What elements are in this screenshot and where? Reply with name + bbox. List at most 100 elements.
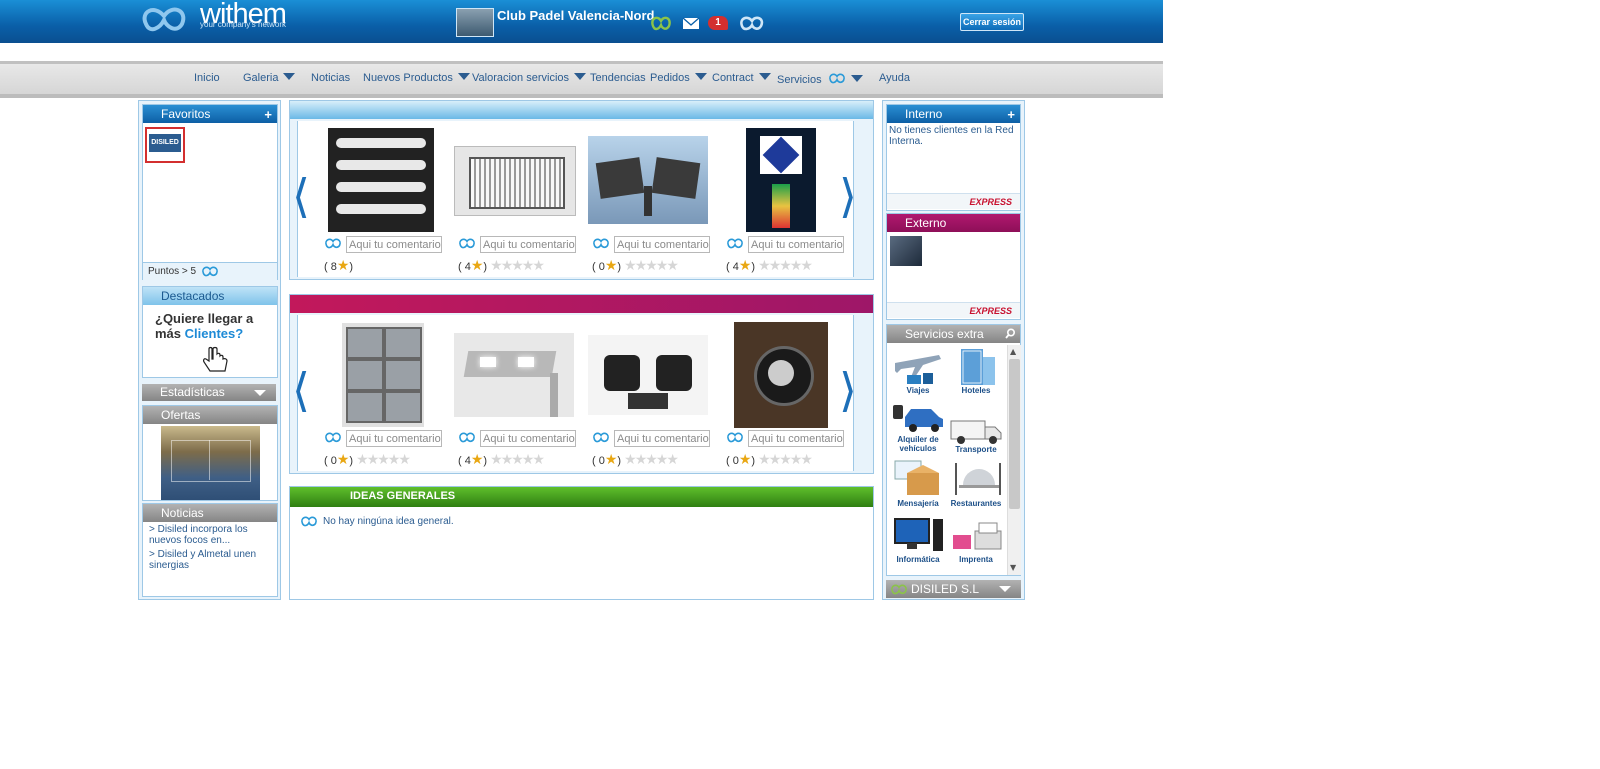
scrollbar-thumb[interactable] xyxy=(1009,359,1020,509)
chat-icon xyxy=(325,238,341,249)
product-image[interactable] xyxy=(588,136,708,224)
star-rating-input[interactable]: ★★★★★ xyxy=(490,257,545,273)
chevron-up-icon[interactable]: ▲ xyxy=(1010,347,1016,356)
nav-item-inicio[interactable]: Inicio xyxy=(194,72,220,84)
club-name[interactable]: Club Padel Valencia-Nord xyxy=(497,8,655,23)
club-avatar[interactable] xyxy=(456,8,494,37)
network-icon[interactable] xyxy=(739,14,765,32)
star-icon: ★ xyxy=(336,451,350,467)
arrow-right-icon[interactable]: ⟩ xyxy=(839,173,857,219)
arrow-left-icon[interactable]: ⟨ xyxy=(292,367,310,413)
nav-item-noticias[interactable]: Noticias xyxy=(311,72,350,84)
externo-avatar[interactable] xyxy=(890,236,922,266)
carousel-body: ⟨ ⟩ Aqui tu comentario Aqui tu comentari… xyxy=(292,315,857,471)
comment-input[interactable]: Aqui tu comentario xyxy=(480,236,576,253)
servicios-title: Servicios extra xyxy=(905,327,984,341)
nav-item-galeria[interactable]: Galeria xyxy=(243,72,296,84)
star-rating-input[interactable]: ★★★★★ xyxy=(624,257,679,273)
news-item[interactable]: > Disiled y Almetal unen sinergias xyxy=(149,549,273,571)
ofertas-image[interactable] xyxy=(161,426,260,500)
favorito-logo-text: DISILED xyxy=(149,134,181,152)
comment-input[interactable]: Aqui tu comentario xyxy=(346,430,442,447)
scrollbar[interactable]: ▲ ▼ xyxy=(1007,345,1021,575)
caret-down-icon xyxy=(574,73,587,80)
star-rating-input[interactable]: ★★★★★ xyxy=(624,451,679,467)
notification-icon[interactable]: 1 xyxy=(708,16,728,30)
product-image[interactable] xyxy=(328,128,434,232)
nav-label: Nuevos Productos xyxy=(363,72,453,84)
company-title: DISILED S.L xyxy=(911,582,980,596)
service-label: Alquiler de vehículos xyxy=(897,435,939,453)
star-rating-input[interactable]: ★★★★★ xyxy=(490,451,545,467)
nav-item-ayuda[interactable]: Ayuda xyxy=(879,72,910,84)
comment-input[interactable]: Aqui tu comentario xyxy=(480,430,576,447)
chat-icon xyxy=(325,432,341,443)
logo-subtitle: your company's network xyxy=(200,20,287,29)
chevron-down-icon[interactable]: ▼ xyxy=(1010,563,1016,572)
promo-line2a: más xyxy=(155,326,182,341)
product-image[interactable] xyxy=(588,335,708,415)
interno-box: Interno + No tienes clientes en la Red In… xyxy=(886,104,1021,211)
caret-down-icon xyxy=(457,73,470,80)
hotel-icon xyxy=(961,349,995,385)
product-image[interactable] xyxy=(454,333,574,417)
nav-item-nuevos-productos[interactable]: Nuevos Productos xyxy=(363,72,470,84)
nav-item-contract[interactable]: Contract xyxy=(712,72,771,84)
express-link[interactable]: EXPRESS xyxy=(887,302,1020,318)
arrow-left-icon[interactable]: ⟨ xyxy=(292,173,310,219)
nav-item-valoracion[interactable]: Valoracion servicios xyxy=(472,72,587,84)
caret-down-icon xyxy=(758,73,771,80)
product-image[interactable] xyxy=(746,128,816,232)
destacados-promo[interactable]: ¿Quiere llegar a más Clientes? xyxy=(155,311,253,341)
nav-item-pedidos[interactable]: Pedidos xyxy=(650,72,707,84)
chat-icon xyxy=(593,238,609,249)
ideas-panel: IDEAS GENERALES No hay ningúna idea gene… xyxy=(289,486,874,600)
plus-icon[interactable]: + xyxy=(246,106,272,124)
car-icon xyxy=(893,405,943,432)
chat-icon[interactable] xyxy=(650,14,672,32)
logout-button[interactable]: Cerrar sesión xyxy=(960,13,1024,31)
star-icon: ★ xyxy=(336,257,350,273)
star-rating-input[interactable]: ★★★★★ xyxy=(758,257,813,273)
ideas-empty-text: No hay ningúna idea general. xyxy=(323,516,454,527)
truck-icon xyxy=(950,420,1002,444)
rating: ( 4★) ★★★★★ xyxy=(458,257,545,273)
comment-input[interactable]: Aqui tu comentario xyxy=(748,430,844,447)
comment-input[interactable]: Aqui tu comentario xyxy=(614,430,710,447)
company-selector[interactable]: DISILED S.L xyxy=(886,580,1021,598)
service-label: Mensajería xyxy=(897,499,939,508)
star-rating-input[interactable]: ★★★★★ xyxy=(758,451,813,467)
chat-icon xyxy=(459,238,475,249)
nav-label: Tendencias xyxy=(590,72,646,84)
favoritos-box: Favoritos + DISILED Puntos > 5 xyxy=(142,104,278,280)
mail-icon[interactable] xyxy=(680,14,702,32)
nav-item-servicios[interactable]: Servicios xyxy=(777,72,863,86)
news-item[interactable]: > Disiled incorpora los nuevos focos en.… xyxy=(149,524,273,546)
service-label: Transporte xyxy=(955,445,997,454)
comment-input[interactable]: Aqui tu comentario xyxy=(346,236,442,253)
promo-line2b: Clientes? xyxy=(184,326,244,341)
product-image[interactable] xyxy=(454,146,576,216)
search-icon[interactable] xyxy=(1005,328,1016,339)
arrow-right-icon[interactable]: ⟩ xyxy=(839,367,857,413)
estadisticas-box[interactable]: Estadísticas xyxy=(142,384,276,401)
express-link[interactable]: EXPRESS xyxy=(887,193,1020,209)
rating: ( 0★) ★★★★★ xyxy=(324,451,411,467)
product-image[interactable] xyxy=(342,323,424,427)
service-label: Informática xyxy=(896,555,940,564)
express-label: EXPRESS xyxy=(969,306,1012,316)
nav-item-tendencias[interactable]: Tendencias xyxy=(590,72,646,84)
nav-label: Pedidos xyxy=(650,72,690,84)
restaurant-icon xyxy=(955,463,1001,495)
product-image[interactable] xyxy=(734,322,828,428)
productos-carousel-2: ⟨ ⟩ Aqui tu comentario Aqui tu comentari… xyxy=(289,294,874,474)
withem-logo-icon[interactable] xyxy=(140,2,190,36)
rating: ( 0★) ★★★★★ xyxy=(592,257,679,273)
comment-input[interactable]: Aqui tu comentario xyxy=(614,236,710,253)
favoritos-header: Favoritos + xyxy=(143,105,277,123)
star-rating-input[interactable]: ★★★★★ xyxy=(356,451,411,467)
top-header: withem your company's network Club Padel… xyxy=(0,0,1163,43)
plus-icon[interactable]: + xyxy=(989,106,1015,124)
favorito-logo[interactable]: DISILED xyxy=(145,127,185,163)
comment-input[interactable]: Aqui tu comentario xyxy=(748,236,844,253)
